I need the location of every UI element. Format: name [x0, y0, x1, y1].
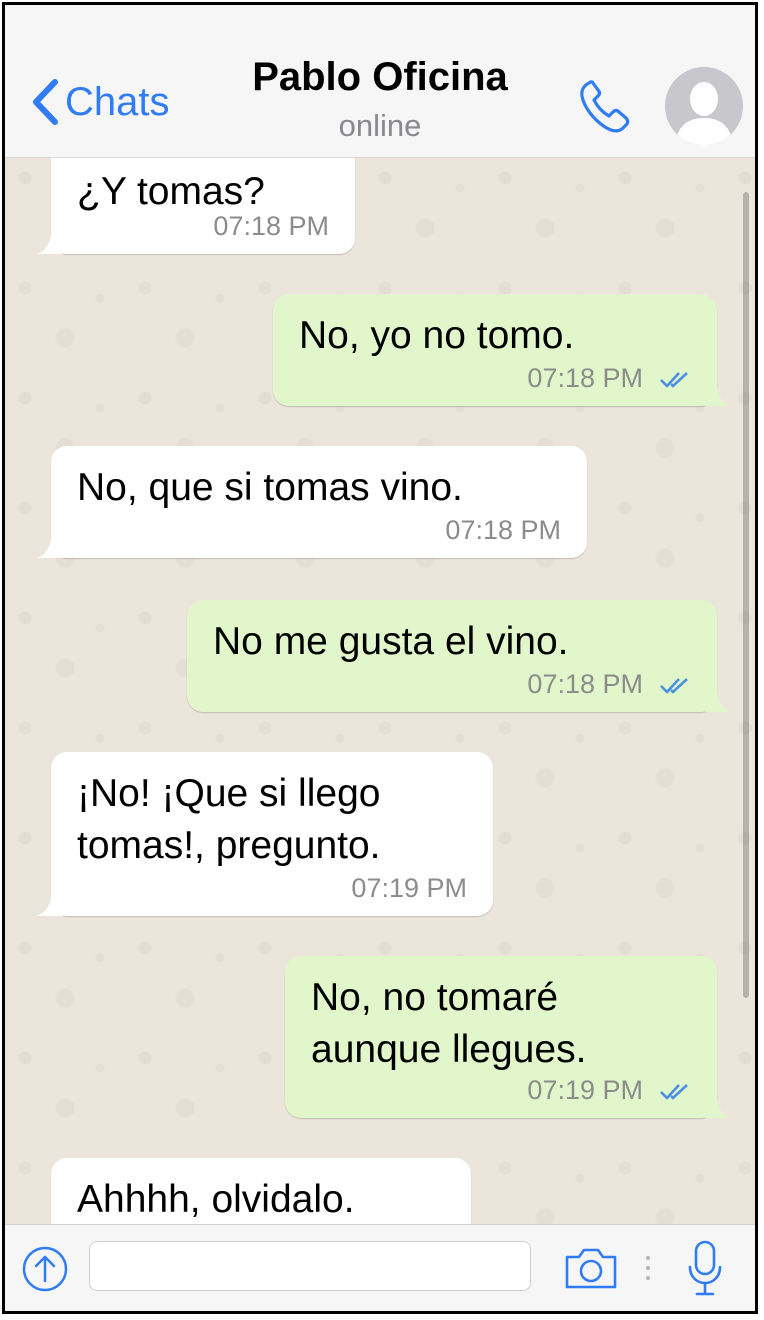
message-meta: 07:18 PM	[527, 363, 691, 394]
bubble-tail	[705, 1096, 731, 1118]
message-time: 07:18 PM	[527, 669, 643, 699]
message-incoming[interactable]: No, que si tomas vino. 07:18 PM	[37, 446, 587, 558]
user-silhouette-icon	[675, 82, 733, 145]
microphone-icon[interactable]	[687, 1239, 723, 1297]
message-meta: 07:18 PM	[527, 669, 691, 700]
bubble-tail	[37, 232, 63, 254]
camera-icon[interactable]	[563, 1245, 619, 1291]
message-incoming[interactable]: Ahhhh, olvidalo.	[51, 1158, 471, 1228]
message-time: 07:19 PM	[351, 873, 467, 903]
message-text: No me gusta el vino.	[213, 620, 569, 663]
message-meta: 07:18 PM	[445, 515, 561, 546]
message-outgoing[interactable]: No, no tomaré aunque llegues. 07:19 PM	[285, 956, 731, 1118]
contact-name[interactable]: Pablo Oficina	[5, 55, 755, 100]
phone-frame: Chats Pablo Oficina online ¿Y tomas? 07:…	[2, 2, 758, 1314]
bubble-tail	[705, 690, 731, 712]
contact-status: online	[338, 108, 422, 143]
bubble-tail	[705, 384, 731, 406]
message-outgoing[interactable]: No, yo no tomo. 07:18 PM	[273, 294, 731, 406]
bubble-tail	[37, 536, 63, 558]
message-meta: 07:19 PM	[351, 873, 467, 904]
message-input[interactable]	[89, 1241, 531, 1291]
message-meta: 07:19 PM	[527, 1075, 691, 1106]
message-list[interactable]: ¿Y tomas? 07:18 PM No, yo no tomo. 07:18…	[5, 158, 755, 1228]
chat-header: Chats Pablo Oficina online	[5, 5, 755, 158]
message-text: No, yo no tomo.	[299, 314, 575, 357]
bubble-tail	[37, 894, 63, 916]
more-dots-icon	[646, 1256, 650, 1280]
upload-arrow-icon[interactable]	[21, 1245, 69, 1293]
message-time: 07:18 PM	[213, 211, 329, 241]
scrollbar[interactable]	[743, 192, 749, 998]
message-time: 07:18 PM	[445, 515, 561, 545]
read-receipt-icon	[660, 677, 688, 694]
read-receipt-icon	[660, 1083, 688, 1100]
avatar[interactable]	[665, 67, 743, 145]
message-time: 07:19 PM	[527, 1075, 643, 1105]
message-text: Ahhhh, olvidalo.	[77, 1178, 355, 1221]
composer-bar	[5, 1224, 755, 1311]
message-outgoing[interactable]: No me gusta el vino. 07:18 PM	[187, 600, 731, 712]
phone-icon[interactable]	[575, 77, 635, 137]
message-time: 07:18 PM	[527, 363, 643, 393]
message-text: ¿Y tomas?	[77, 170, 265, 213]
read-receipt-icon	[660, 371, 688, 388]
message-text: No, que si tomas vino.	[77, 466, 463, 509]
message-incoming[interactable]: ¡No! ¡Que si llego tomas!, pregunto. 07:…	[37, 752, 493, 916]
message-text: ¡No! ¡Que si llego tomas!, pregunto.	[77, 772, 381, 867]
message-meta: 07:18 PM	[213, 211, 329, 242]
message-incoming[interactable]: ¿Y tomas? 07:18 PM	[37, 158, 355, 254]
message-text: No, no tomaré aunque llegues.	[311, 976, 587, 1071]
